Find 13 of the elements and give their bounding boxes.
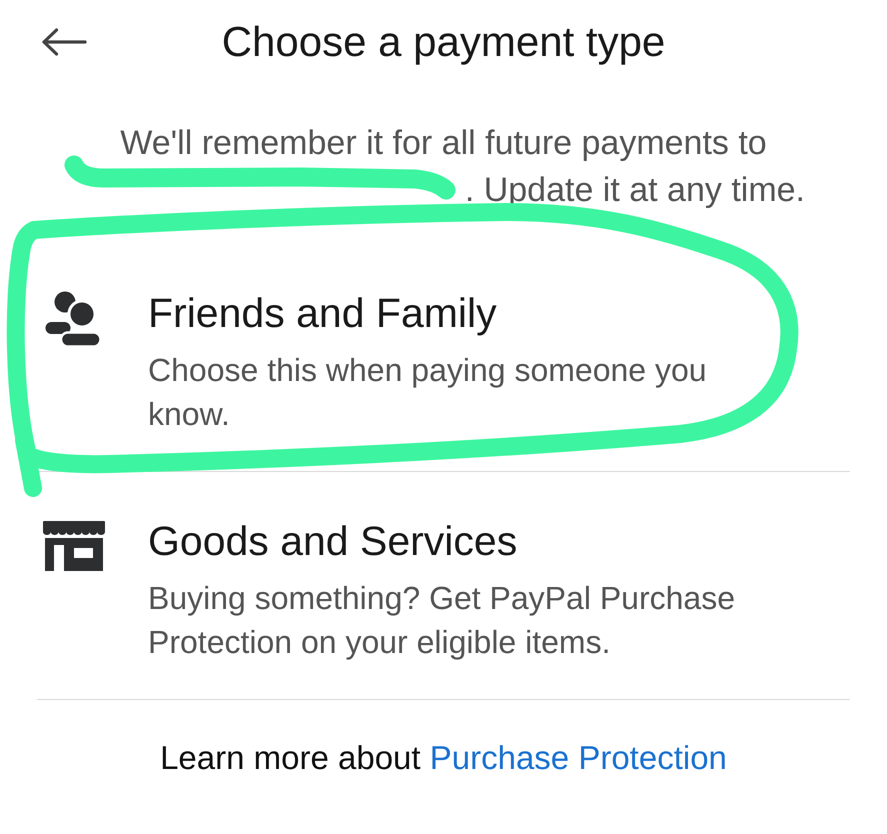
intro-text-end: . Update it at any time. bbox=[464, 170, 805, 211]
option-description: Choose this when paying someone you know. bbox=[148, 351, 708, 434]
arrow-left-icon bbox=[41, 28, 87, 56]
option-title: Friends and Family bbox=[148, 289, 498, 337]
purchase-protection-link[interactable]: Purchase Protection bbox=[430, 739, 727, 776]
back-button[interactable] bbox=[41, 28, 87, 56]
people-icon bbox=[45, 291, 101, 347]
learn-more-text: Learn more about Purchase Protection bbox=[159, 738, 728, 778]
page-title: Choose a payment type bbox=[222, 18, 666, 66]
store-icon bbox=[42, 521, 106, 571]
option-description: Buying something? Get PayPal Purchase Protection on your eligible items. bbox=[148, 579, 736, 662]
option-title: Goods and Services bbox=[148, 517, 518, 565]
intro-text: We'll remember it for all future payments to bbox=[120, 123, 767, 164]
